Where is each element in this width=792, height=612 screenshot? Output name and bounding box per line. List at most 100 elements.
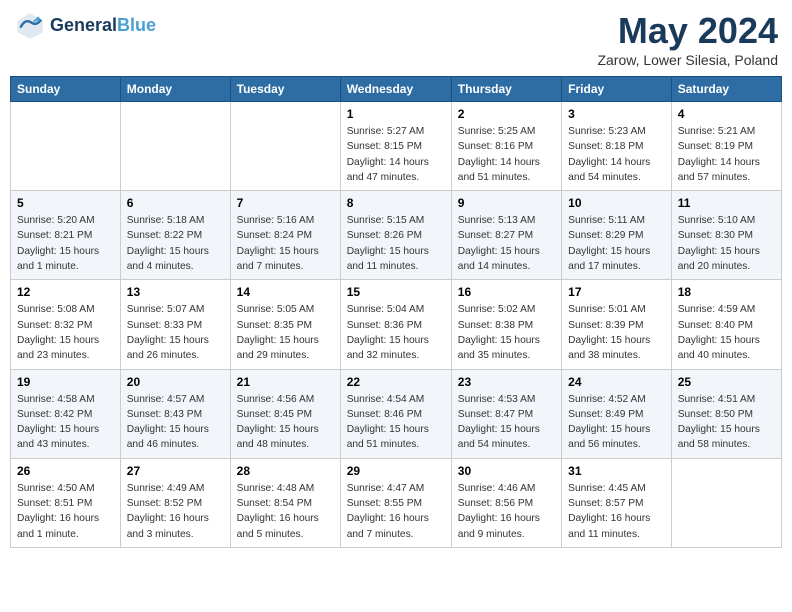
week-row-2: 5 Sunrise: 5:20 AMSunset: 8:21 PMDaylight… — [11, 191, 782, 280]
calendar-cell: 26Sunrise: 4:50 AMSunset: 8:51 PMDayligh… — [11, 458, 121, 547]
day-number: 11 — [678, 196, 775, 210]
weekday-header-wednesday: Wednesday — [340, 77, 451, 102]
day-info: Sunrise: 4:47 AMSunset: 8:55 PMDaylight:… — [347, 481, 445, 542]
day-number: 8 — [347, 196, 445, 210]
calendar-cell: 10 Sunrise: 5:11 AMSunset: 8:29 PMDayligh… — [562, 191, 672, 280]
logo: GeneralBlue — [14, 10, 156, 42]
day-number: 7 — [237, 196, 334, 210]
calendar-cell: 22 Sunrise: 4:54 AMSunset: 8:46 PMDayligh… — [340, 369, 451, 458]
day-info: Sunrise: 5:07 AMSunset: 8:33 PMDaylight:… — [127, 302, 224, 363]
calendar-cell: 16Sunrise: 5:02 AMSunset: 8:38 PMDayligh… — [451, 280, 561, 369]
day-info: Sunrise: 5:18 AMSunset: 8:22 PMDaylight:… — [127, 213, 224, 274]
calendar-cell: 2Sunrise: 5:25 AMSunset: 8:16 PMDaylight… — [451, 102, 561, 191]
day-number: 14 — [237, 285, 334, 299]
calendar-cell — [230, 102, 340, 191]
day-number: 24 — [568, 375, 665, 389]
day-number: 3 — [568, 107, 665, 121]
day-number: 9 — [458, 196, 555, 210]
day-info: Sunrise: 4:57 AMSunset: 8:43 PMDaylight:… — [127, 392, 224, 453]
calendar-cell: 24 Sunrise: 4:52 AMSunset: 8:49 PMDayligh… — [562, 369, 672, 458]
day-info: Sunrise: 5:16 AMSunset: 8:24 PMDaylight:… — [237, 213, 334, 274]
day-info: Sunrise: 4:50 AMSunset: 8:51 PMDaylight:… — [17, 481, 114, 542]
day-info: Sunrise: 5:21 AMSunset: 8:19 PMDaylight:… — [678, 124, 775, 185]
day-info: Sunrise: 5:27 AMSunset: 8:15 PMDaylight:… — [347, 124, 445, 185]
day-number: 19 — [17, 375, 114, 389]
day-number: 28 — [237, 464, 334, 478]
calendar-cell: 12 Sunrise: 5:08 AMSunset: 8:32 PMDayligh… — [11, 280, 121, 369]
calendar-cell: 19 Sunrise: 4:58 AMSunset: 8:42 PMDayligh… — [11, 369, 121, 458]
day-number: 13 — [127, 285, 224, 299]
calendar-cell: 11 Sunrise: 5:10 AMSunset: 8:30 PMDayligh… — [671, 191, 781, 280]
day-info: Sunrise: 5:20 AMSunset: 8:21 PMDaylight:… — [17, 213, 114, 274]
day-number: 30 — [458, 464, 555, 478]
calendar-cell: 20 Sunrise: 4:57 AMSunset: 8:43 PMDayligh… — [120, 369, 230, 458]
calendar-cell: 14 Sunrise: 5:05 AMSunset: 8:35 PMDayligh… — [230, 280, 340, 369]
weekday-header-row: SundayMondayTuesdayWednesdayThursdayFrid… — [11, 77, 782, 102]
calendar-cell: 5 Sunrise: 5:20 AMSunset: 8:21 PMDaylight… — [11, 191, 121, 280]
day-info: Sunrise: 4:58 AMSunset: 8:42 PMDaylight:… — [17, 392, 114, 453]
calendar-cell: 29 Sunrise: 4:47 AMSunset: 8:55 PMDayligh… — [340, 458, 451, 547]
day-number: 31 — [568, 464, 665, 478]
calendar-cell: 3 Sunrise: 5:23 AMSunset: 8:18 PMDaylight… — [562, 102, 672, 191]
week-row-1: 1 Sunrise: 5:27 AMSunset: 8:15 PMDaylight… — [11, 102, 782, 191]
day-info: Sunrise: 4:46 AMSunset: 8:56 PMDaylight:… — [458, 481, 555, 542]
day-info: Sunrise: 5:10 AMSunset: 8:30 PMDaylight:… — [678, 213, 775, 274]
calendar-cell: 18Sunrise: 4:59 AMSunset: 8:40 PMDayligh… — [671, 280, 781, 369]
location-subtitle: Zarow, Lower Silesia, Poland — [597, 52, 778, 68]
logo-icon — [14, 10, 46, 42]
calendar-cell: 17Sunrise: 5:01 AMSunset: 8:39 PMDayligh… — [562, 280, 672, 369]
calendar-cell: 21Sunrise: 4:56 AMSunset: 8:45 PMDayligh… — [230, 369, 340, 458]
calendar-cell: 30 Sunrise: 4:46 AMSunset: 8:56 PMDayligh… — [451, 458, 561, 547]
calendar-cell: 4Sunrise: 5:21 AMSunset: 8:19 PMDaylight… — [671, 102, 781, 191]
calendar-cell: 28 Sunrise: 4:48 AMSunset: 8:54 PMDayligh… — [230, 458, 340, 547]
day-info: Sunrise: 5:15 AMSunset: 8:26 PMDaylight:… — [347, 213, 445, 274]
weekday-header-tuesday: Tuesday — [230, 77, 340, 102]
day-info: Sunrise: 4:52 AMSunset: 8:49 PMDaylight:… — [568, 392, 665, 453]
calendar-cell — [120, 102, 230, 191]
day-info: Sunrise: 5:25 AMSunset: 8:16 PMDaylight:… — [458, 124, 555, 185]
day-number: 12 — [17, 285, 114, 299]
day-info: Sunrise: 4:54 AMSunset: 8:46 PMDaylight:… — [347, 392, 445, 453]
calendar-cell: 9 Sunrise: 5:13 AMSunset: 8:27 PMDaylight… — [451, 191, 561, 280]
page-header: GeneralBlue May 2024 Zarow, Lower Silesi… — [10, 10, 782, 68]
calendar-cell: 7 Sunrise: 5:16 AMSunset: 8:24 PMDaylight… — [230, 191, 340, 280]
calendar-cell: 6 Sunrise: 5:18 AMSunset: 8:22 PMDaylight… — [120, 191, 230, 280]
day-number: 5 — [17, 196, 114, 210]
day-info: Sunrise: 4:45 AMSunset: 8:57 PMDaylight:… — [568, 481, 665, 542]
day-info: Sunrise: 5:05 AMSunset: 8:35 PMDaylight:… — [237, 302, 334, 363]
calendar-table: SundayMondayTuesdayWednesdayThursdayFrid… — [10, 76, 782, 548]
day-number: 23 — [458, 375, 555, 389]
calendar-cell — [11, 102, 121, 191]
day-info: Sunrise: 5:23 AMSunset: 8:18 PMDaylight:… — [568, 124, 665, 185]
day-number: 27 — [127, 464, 224, 478]
logo-text: GeneralBlue — [50, 16, 156, 36]
calendar-cell: 1 Sunrise: 5:27 AMSunset: 8:15 PMDaylight… — [340, 102, 451, 191]
day-number: 20 — [127, 375, 224, 389]
day-number: 1 — [347, 107, 445, 121]
day-info: Sunrise: 4:53 AMSunset: 8:47 PMDaylight:… — [458, 392, 555, 453]
day-number: 29 — [347, 464, 445, 478]
calendar-cell: 25Sunrise: 4:51 AMSunset: 8:50 PMDayligh… — [671, 369, 781, 458]
weekday-header-monday: Monday — [120, 77, 230, 102]
day-info: Sunrise: 5:01 AMSunset: 8:39 PMDaylight:… — [568, 302, 665, 363]
weekday-header-sunday: Sunday — [11, 77, 121, 102]
calendar-cell: 31 Sunrise: 4:45 AMSunset: 8:57 PMDayligh… — [562, 458, 672, 547]
weekday-header-saturday: Saturday — [671, 77, 781, 102]
day-info: Sunrise: 5:08 AMSunset: 8:32 PMDaylight:… — [17, 302, 114, 363]
day-number: 10 — [568, 196, 665, 210]
day-info: Sunrise: 5:02 AMSunset: 8:38 PMDaylight:… — [458, 302, 555, 363]
day-number: 18 — [678, 285, 775, 299]
day-info: Sunrise: 4:56 AMSunset: 8:45 PMDaylight:… — [237, 392, 334, 453]
day-number: 6 — [127, 196, 224, 210]
day-number: 22 — [347, 375, 445, 389]
weekday-header-thursday: Thursday — [451, 77, 561, 102]
month-title: May 2024 — [597, 10, 778, 52]
weekday-header-friday: Friday — [562, 77, 672, 102]
day-info: Sunrise: 5:13 AMSunset: 8:27 PMDaylight:… — [458, 213, 555, 274]
calendar-cell: 23 Sunrise: 4:53 AMSunset: 8:47 PMDayligh… — [451, 369, 561, 458]
day-info: Sunrise: 4:48 AMSunset: 8:54 PMDaylight:… — [237, 481, 334, 542]
day-info: Sunrise: 5:04 AMSunset: 8:36 PMDaylight:… — [347, 302, 445, 363]
day-info: Sunrise: 5:11 AMSunset: 8:29 PMDaylight:… — [568, 213, 665, 274]
week-row-5: 26Sunrise: 4:50 AMSunset: 8:51 PMDayligh… — [11, 458, 782, 547]
week-row-3: 12 Sunrise: 5:08 AMSunset: 8:32 PMDayligh… — [11, 280, 782, 369]
